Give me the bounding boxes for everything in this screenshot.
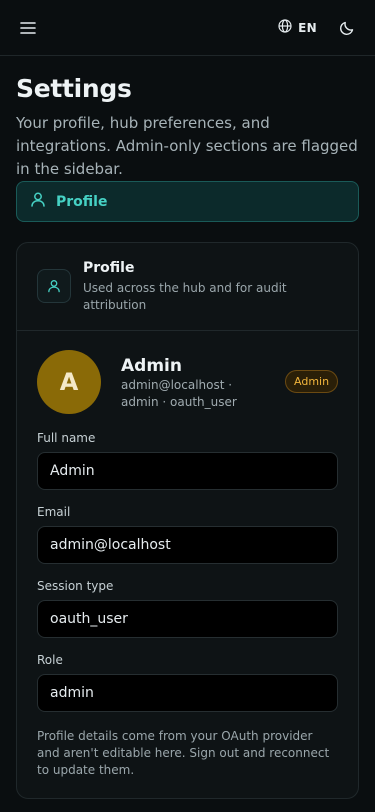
session-type-label: Session type bbox=[37, 579, 114, 593]
profile-card-header: Profile Used across the hub and for audi… bbox=[17, 243, 358, 331]
language-switcher[interactable]: EN bbox=[278, 19, 317, 36]
profile-card: Profile Used across the hub and for audi… bbox=[16, 242, 359, 799]
role-field[interactable]: admin bbox=[37, 674, 338, 712]
email-label: Email bbox=[37, 505, 71, 519]
hamburger-menu-icon[interactable] bbox=[14, 14, 42, 42]
settings-section-profile[interactable]: Profile bbox=[16, 181, 359, 222]
page-title: Settings bbox=[16, 74, 132, 103]
profile-note: Profile details come from your OAuth pro… bbox=[37, 729, 330, 777]
moon-icon[interactable] bbox=[335, 16, 359, 40]
role-label: Role bbox=[37, 653, 63, 667]
user-meta: admin@localhost · admin · oauth_user bbox=[121, 378, 237, 409]
session-type-field[interactable]: oauth_user bbox=[37, 600, 338, 638]
user-name: Admin bbox=[121, 356, 182, 376]
top-bar-actions: EN bbox=[278, 16, 359, 40]
full-name-label: Full name bbox=[37, 431, 96, 445]
settings-section-label: Profile bbox=[56, 193, 108, 210]
card-description: Used across the hub and for audit attrib… bbox=[83, 281, 287, 312]
avatar: A bbox=[37, 350, 101, 414]
card-title: Profile bbox=[83, 260, 135, 276]
top-bar: EN bbox=[0, 0, 375, 56]
user-icon bbox=[31, 192, 45, 211]
role-badge: Admin bbox=[285, 370, 339, 393]
full-name-field[interactable]: Admin bbox=[37, 452, 338, 490]
language-label: EN bbox=[298, 20, 317, 35]
email-field[interactable]: admin@localhost bbox=[37, 526, 338, 564]
page-subtitle: Your profile, hub preferences, and integ… bbox=[16, 114, 358, 178]
user-icon bbox=[37, 269, 71, 303]
globe-icon bbox=[278, 19, 292, 36]
